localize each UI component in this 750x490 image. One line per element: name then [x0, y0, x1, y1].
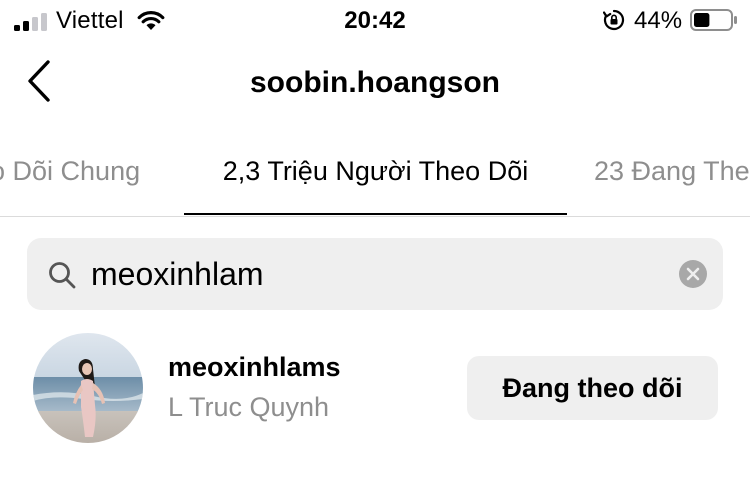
result-username[interactable]: meoxinhlams [168, 352, 341, 383]
tab-followers[interactable]: 2,3 Triệu Người Theo Dõi [184, 156, 567, 187]
avatar-photo [33, 333, 143, 443]
battery-icon [690, 9, 737, 31]
following-button[interactable]: Đang theo dõi [467, 356, 718, 420]
list-item[interactable]: meoxinhlams L Truc Quynh Đang theo dõi [0, 330, 750, 450]
active-tab-indicator [184, 213, 567, 215]
battery-percent: 44% [634, 7, 683, 34]
result-full-name: L Truc Quynh [168, 392, 330, 422]
search-bar [27, 238, 723, 310]
search-input[interactable] [91, 238, 651, 310]
search-icon [49, 262, 76, 289]
tab-bar: o Dõi Chung 2,3 Triệu Người Theo Dõi 23 … [0, 150, 750, 217]
tab-following[interactable]: 23 Đang The [594, 156, 750, 187]
rotation-lock-icon [603, 9, 625, 31]
page-title: soobin.hoangson [250, 66, 500, 99]
avatar[interactable] [33, 333, 143, 443]
clear-icon[interactable] [679, 260, 707, 288]
tab-mutual-followers[interactable]: o Dõi Chung [0, 156, 140, 187]
status-bar: Viettel 20:42 44% [0, 0, 750, 40]
